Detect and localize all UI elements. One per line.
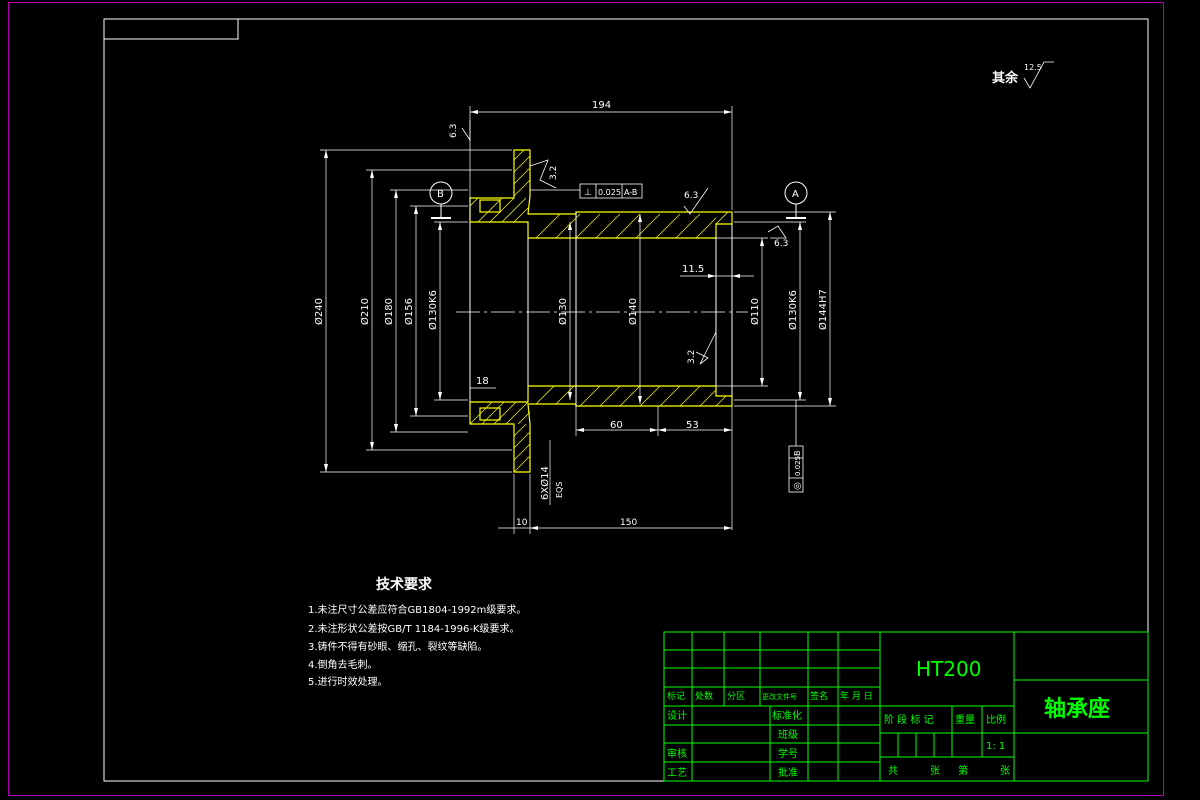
- scale-label: 比例: [986, 713, 1006, 726]
- sheet-no: 第: [958, 764, 968, 777]
- rough-32-flange: 3.2: [549, 166, 559, 180]
- title-block-texts: HT200 轴承座 标记 处数 分区 更改文件号 签名 年 月 日 设计 标准化…: [667, 657, 1110, 779]
- roughness-left-icon: [461, 120, 471, 142]
- tech-req-item-3: 3.铸件不得有砂眼、缩孔、裂纹等缺陷。: [308, 642, 488, 653]
- interior-edges: [469, 212, 733, 406]
- scale-value: 1: 1: [986, 741, 1005, 752]
- runout-value: 0.025: [794, 456, 802, 476]
- student-id-label: 学号: [778, 747, 798, 760]
- dim-18: 18: [476, 376, 489, 387]
- dim-holes: 6XØ14: [539, 466, 551, 500]
- runout-ref: B: [793, 451, 802, 457]
- dim-144h7: Ø144H7: [817, 289, 829, 330]
- tech-req-item-4: 4.倒角去毛刺。: [308, 660, 378, 671]
- rough-63-left: 6.3: [449, 124, 459, 138]
- tech-req-title: 技术要求: [376, 577, 432, 593]
- stage-mark-label: 阶 段 标 记: [884, 713, 934, 726]
- design-label: 设计: [667, 709, 687, 722]
- dim-156: Ø156: [403, 298, 415, 325]
- approve-label: 批准: [778, 766, 798, 779]
- perp-value: 0.025: [598, 188, 621, 197]
- dim-130k6-right: Ø130K6: [787, 290, 799, 330]
- runout-symbol: ◎: [793, 482, 803, 490]
- dim-210: Ø210: [359, 298, 371, 325]
- dim-130: Ø130: [557, 298, 569, 325]
- sheets-unit: 张: [930, 765, 940, 777]
- sheets-total: 共: [888, 765, 898, 777]
- tolerance-perpendicularity: ⊥ 0.025 A-B: [530, 183, 643, 199]
- tolerance-runout: ◎ 0.025 B: [788, 400, 804, 493]
- rough-rest-value: 12.5: [1024, 63, 1042, 72]
- bolt-hole-lower: [479, 407, 501, 421]
- dim-60: 60: [610, 420, 623, 431]
- hdr-mark: 标记: [667, 690, 685, 702]
- hdr-count: 处数: [695, 690, 713, 702]
- drawing-sheet: 194 Ø240 Ø210 Ø180 Ø156 Ø130K6 Ø130 Ø140…: [0, 0, 1200, 800]
- sheet-unit2: 张: [1000, 765, 1010, 777]
- drawing-canvas: 194 Ø240 Ø210 Ø180 Ø156 Ø130K6 Ø130 Ø140…: [103, 18, 1149, 782]
- dim-10: 10: [516, 518, 528, 528]
- hdr-date: 年 月 日: [840, 690, 873, 702]
- datum-a: A: [784, 181, 808, 219]
- tech-req-item-1: 1.未注尺寸公差应符合GB1804-1992m级要求。: [308, 605, 527, 616]
- process-label: 工艺: [667, 767, 687, 779]
- perp-symbol: ⊥: [584, 188, 592, 198]
- dim-110: Ø110: [749, 298, 761, 325]
- tech-req-item-5: 5.进行时效处理。: [308, 677, 388, 688]
- dim-180: Ø180: [383, 298, 395, 325]
- rough-63-top: 6.3: [684, 191, 698, 201]
- part-name: 轴承座: [1044, 696, 1110, 722]
- dim-150: 150: [620, 518, 637, 528]
- dim-240: Ø240: [313, 298, 325, 325]
- roughness-right-icon: [767, 225, 787, 239]
- dim-eqs: EQS: [555, 482, 564, 498]
- standardize-label: 标准化: [772, 709, 802, 722]
- datum-a-label: A: [792, 189, 799, 200]
- rough-32-bore: 3.2: [687, 350, 697, 364]
- weight-label: 重量: [955, 713, 975, 726]
- dim-11-5: 11.5: [682, 264, 704, 275]
- hdr-zone: 分区: [727, 691, 745, 702]
- corner-code-box: [103, 18, 239, 40]
- dim-130k6-left: Ø130K6: [427, 290, 439, 330]
- class-label: 班级: [778, 729, 798, 741]
- hdr-change-doc: 更改文件号: [762, 692, 797, 701]
- material: HT200: [916, 657, 981, 681]
- rough-rest-label: 其余: [992, 70, 1019, 86]
- review-label: 审核: [667, 747, 687, 760]
- dimension-texts: 194 Ø240 Ø210 Ø180 Ø156 Ø130K6 Ø130 Ø140…: [313, 100, 829, 528]
- dim-140: Ø140: [627, 298, 639, 325]
- dim-53: 53: [686, 420, 699, 431]
- roughness-bore-icon: [695, 331, 717, 365]
- datum-b-label: B: [437, 189, 444, 200]
- rough-63-right: 6.3: [774, 239, 788, 249]
- tech-req-item-2: 2.未注形状公差按GB/T 1184-1996-K级要求。: [308, 624, 520, 635]
- datum-b: B: [429, 181, 453, 219]
- perp-ref: A-B: [624, 188, 637, 197]
- dim-194: 194: [592, 100, 611, 111]
- hdr-sign: 签名: [810, 690, 828, 702]
